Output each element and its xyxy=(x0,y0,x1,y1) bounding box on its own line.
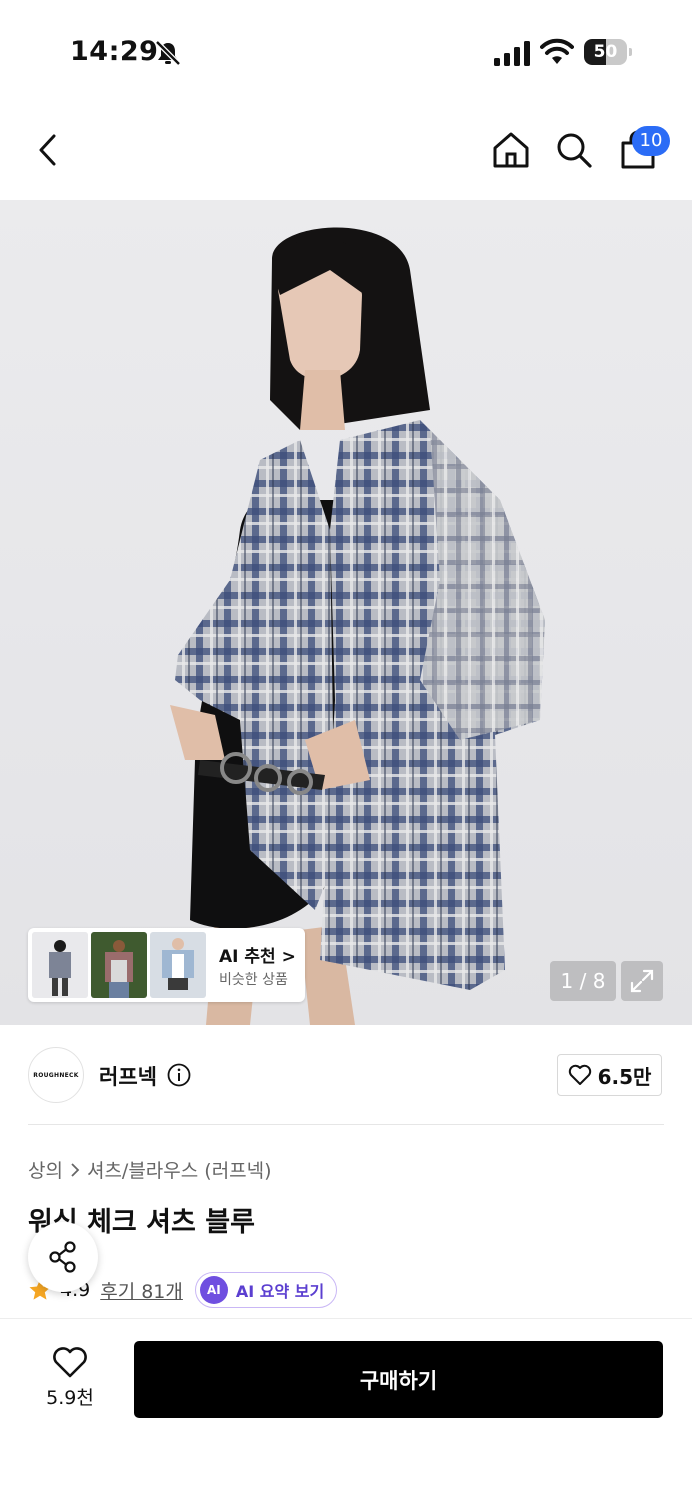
home-button[interactable] xyxy=(489,128,533,172)
wishlist-button[interactable]: 5.9천 xyxy=(28,1340,112,1416)
breadcrumb-item-subcategory[interactable]: 셔츠/블라우스 (러프넥) xyxy=(87,1156,272,1183)
recommend-thumbnail-1[interactable] xyxy=(32,932,88,998)
image-page-indicator: 1 / 8 xyxy=(550,961,616,1001)
product-photo xyxy=(170,227,545,1025)
breadcrumb-item-category[interactable]: 상의 xyxy=(28,1156,63,1183)
status-bar: 14:29 50 xyxy=(0,0,692,100)
search-button[interactable] xyxy=(552,128,596,172)
ai-recommend-subtitle: 비슷한 상품 xyxy=(219,972,288,988)
breadcrumb: 상의 셔츠/블라우스 (러프넥) xyxy=(28,1156,272,1183)
brand-name[interactable]: 러프넥 xyxy=(99,1061,157,1091)
heart-icon xyxy=(53,1346,87,1377)
buy-button[interactable]: 구매하기 xyxy=(134,1341,663,1418)
ai-summary-label: AI 요약 보기 xyxy=(235,1282,325,1301)
heart-icon xyxy=(568,1064,591,1085)
back-button[interactable] xyxy=(26,128,70,172)
battery-icon: 50 xyxy=(584,39,632,65)
chevron-left-icon xyxy=(39,134,56,166)
wifi-icon xyxy=(540,38,574,64)
recommend-thumbnail-3[interactable] xyxy=(150,932,206,998)
info-icon[interactable] xyxy=(167,1063,191,1087)
share-icon xyxy=(49,1241,76,1273)
chevron-right-icon xyxy=(71,1162,80,1177)
battery-level: 50 xyxy=(593,42,618,62)
signal-icon xyxy=(494,41,530,66)
product-image-gallery[interactable] xyxy=(0,200,692,1025)
ai-badge: AI xyxy=(199,1276,228,1304)
brand-like-count: 6.5만 xyxy=(597,1064,652,1089)
share-button[interactable] xyxy=(28,1222,98,1292)
bell-muted-icon xyxy=(155,40,181,66)
expand-image-button[interactable] xyxy=(621,961,663,1001)
home-icon xyxy=(493,132,529,168)
ai-recommend-card[interactable]: AI 추천 > 비슷한 상품 xyxy=(28,928,305,1002)
expand-icon xyxy=(630,969,654,993)
divider xyxy=(28,1124,664,1125)
review-count-link[interactable]: 후기 81개 xyxy=(100,1277,183,1304)
ai-summary-button[interactable]: AI AI 요약 보기 xyxy=(194,1272,338,1308)
status-time: 14:29 xyxy=(70,36,159,67)
top-nav xyxy=(0,100,692,200)
brand-logo[interactable]: ROUGHNECK xyxy=(28,1047,84,1103)
cart-count-badge: 10 xyxy=(632,126,670,156)
wishlist-count: 5.9천 xyxy=(46,1386,94,1409)
ai-recommend-title: AI 추천 > xyxy=(219,947,296,967)
search-icon xyxy=(557,133,592,168)
brand-like-button[interactable]: 6.5만 xyxy=(557,1054,662,1096)
recommend-thumbnail-2[interactable] xyxy=(91,932,147,998)
